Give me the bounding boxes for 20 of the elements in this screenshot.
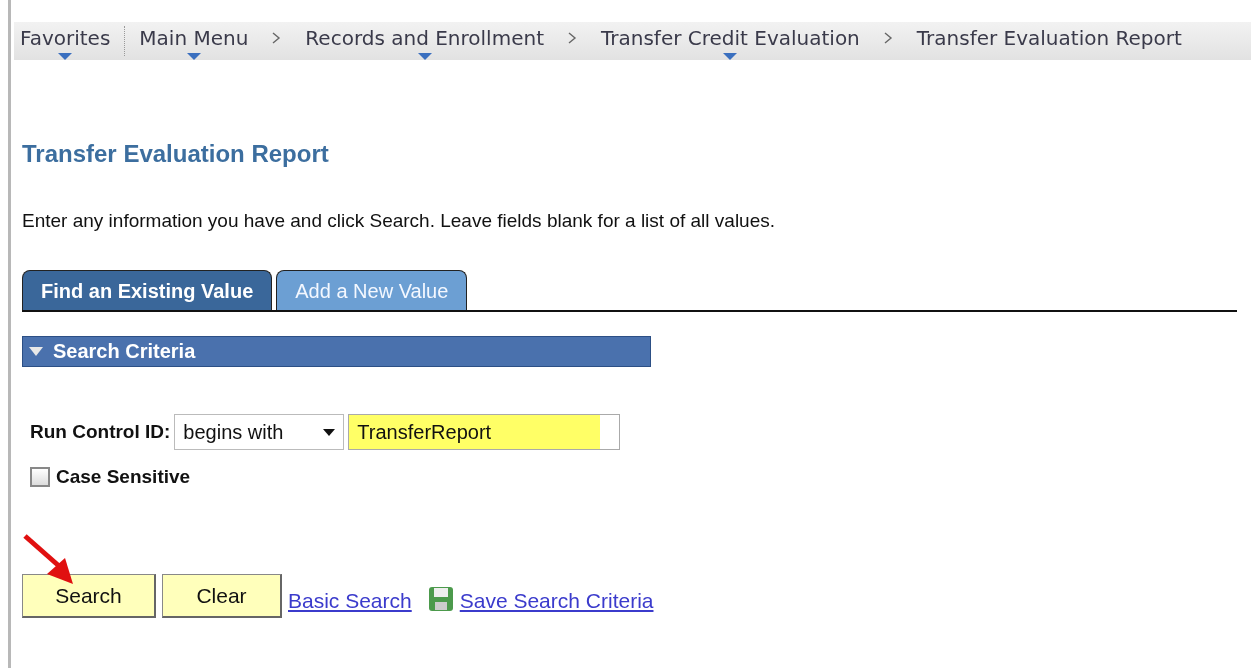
section-header[interactable]: Search Criteria <box>22 336 651 367</box>
operator-dropdown[interactable]: begins with <box>174 414 345 450</box>
checkbox-label: Case Sensitive <box>56 466 191 488</box>
basic-search-link[interactable]: Basic Search <box>288 589 412 613</box>
breadcrumb-link[interactable]: Main Menu <box>133 26 255 56</box>
section-title: Search Criteria <box>53 340 196 363</box>
breadcrumb-link[interactable]: Favorites <box>14 26 117 56</box>
clear-button[interactable]: Clear <box>162 574 282 618</box>
run-control-input[interactable]: TransferReport <box>348 414 621 450</box>
instructions-text: Enter any information you have and click Search. Leave fields blank for a list of all values. <box>22 210 776 232</box>
tab[interactable]: Find an Existing Value <box>22 270 273 310</box>
checkbox[interactable] <box>30 467 50 487</box>
breadcrumb-link[interactable]: Transfer Evaluation Report <box>910 26 1188 56</box>
search-button[interactable]: Search <box>22 574 156 618</box>
save-search-link[interactable]: Save Search Criteria <box>459 589 654 613</box>
field-label: Run Control ID: <box>30 421 171 443</box>
breadcrumb-link[interactable]: Transfer Credit Evaluation <box>595 26 866 56</box>
dropdown-caret-icon <box>323 428 336 436</box>
page-title: Transfer Evaluation Report <box>22 140 330 168</box>
breadcrumb-link[interactable]: Records and Enrollment <box>299 26 550 56</box>
